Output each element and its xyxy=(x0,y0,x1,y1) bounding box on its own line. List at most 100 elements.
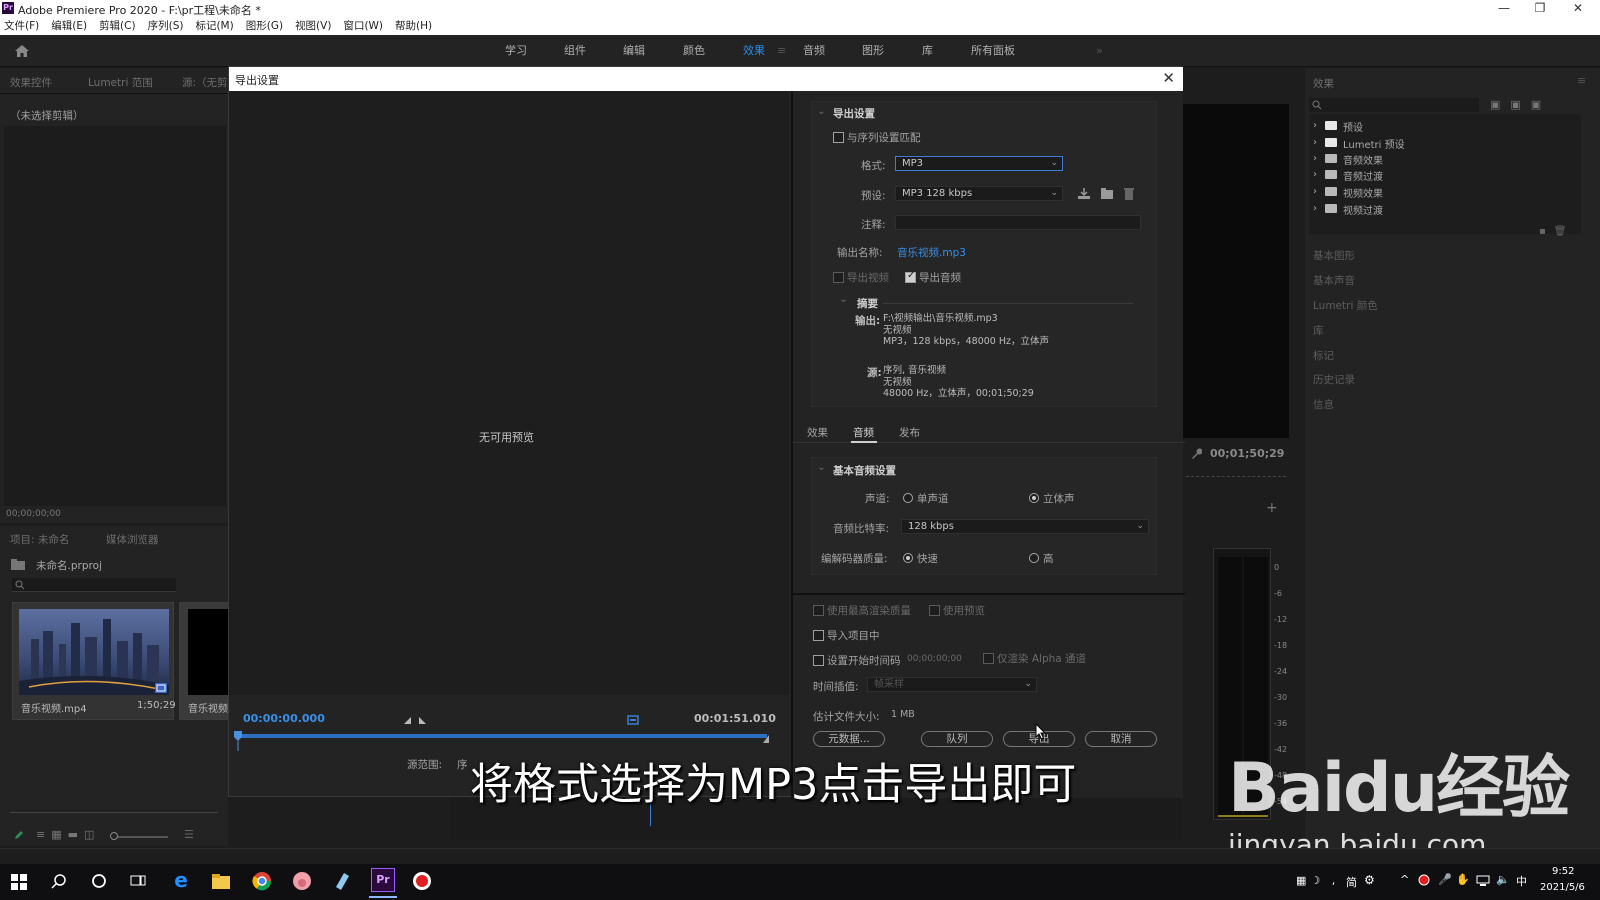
tree-arrow-icon[interactable]: › xyxy=(1313,169,1317,180)
taskbar-search-icon[interactable] xyxy=(51,873,67,889)
max-render-checkbox[interactable] xyxy=(813,605,824,616)
tab-effect-controls[interactable]: 效果控件 xyxy=(10,75,52,90)
workspace-tab-libraries[interactable]: 库 xyxy=(922,35,933,67)
windows-start-icon[interactable] xyxy=(11,874,27,890)
edge-browser-icon[interactable]: e xyxy=(171,870,191,890)
comment-input[interactable] xyxy=(895,215,1141,230)
source-range-select[interactable]: 序 xyxy=(457,757,468,772)
tray-chevron-up-icon[interactable]: ^ xyxy=(1400,873,1409,886)
project-item-sequence[interactable]: 音乐视频 xyxy=(179,602,229,720)
tray-input-language[interactable]: 中 xyxy=(1516,873,1527,889)
tree-arrow-icon[interactable]: › xyxy=(1313,120,1317,131)
set-start-timecode-checkbox[interactable] xyxy=(813,655,824,666)
tray-network-icon[interactable] xyxy=(1476,875,1490,886)
save-preset-icon[interactable] xyxy=(1077,187,1091,200)
use-preview-checkbox[interactable] xyxy=(929,605,940,616)
tree-item-audio-effects[interactable]: 音频效果 xyxy=(1343,152,1383,167)
panel-lumetri-color[interactable]: Lumetri 颜色 xyxy=(1313,298,1378,313)
tab-publish[interactable]: 发布 xyxy=(899,425,920,440)
collapse-chevron-icon[interactable]: ⌄ xyxy=(817,105,826,117)
tab-media-browser[interactable]: 媒体浏览器 xyxy=(106,532,159,547)
tree-item-audio-transitions[interactable]: 音频过渡 xyxy=(1343,168,1383,183)
render-alpha-checkbox[interactable] xyxy=(983,653,994,664)
tree-item-presets[interactable]: 预设 xyxy=(1343,119,1363,134)
quality-fast-radio[interactable] xyxy=(903,553,913,563)
workspace-tab-editing[interactable]: 编辑 xyxy=(623,35,645,67)
menu-file[interactable]: 文件(F) xyxy=(4,17,39,35)
panel-markers[interactable]: 标记 xyxy=(1313,348,1334,363)
start-timecode-value[interactable]: 00;00;00;00 xyxy=(907,654,962,664)
tree-arrow-icon[interactable]: › xyxy=(1313,153,1317,164)
panel-info[interactable]: 信息 xyxy=(1313,397,1334,412)
tab-effects[interactable]: 效果 xyxy=(807,425,828,440)
menu-help[interactable]: 帮助(H) xyxy=(395,17,432,35)
aspect-ratio-icon[interactable] xyxy=(627,714,639,726)
import-project-checkbox[interactable] xyxy=(813,630,824,641)
panel-menu-icon[interactable]: ≡ xyxy=(1577,74,1586,87)
panel-libraries[interactable]: 库 xyxy=(1313,323,1324,338)
menu-marker[interactable]: 标记(M) xyxy=(195,17,233,35)
restore-button[interactable]: ❐ xyxy=(1522,0,1558,17)
in-out-point-icons[interactable] xyxy=(403,715,427,725)
menu-window[interactable]: 窗口(W) xyxy=(343,17,383,35)
tray-settings-icon[interactable]: ⚙ xyxy=(1364,873,1375,887)
panel-essential-sound[interactable]: 基本声音 xyxy=(1313,273,1355,288)
screen-recorder-icon[interactable] xyxy=(412,871,432,891)
quality-high-radio[interactable] xyxy=(1029,553,1039,563)
pencil-icon[interactable] xyxy=(14,830,24,840)
workspace-tab-effects[interactable]: 效果 xyxy=(743,35,765,67)
cortana-icon[interactable] xyxy=(91,873,107,889)
sort-icon[interactable]: ☰ xyxy=(184,828,194,841)
tray-ime-tools-icons[interactable]: ▦☽ , xyxy=(1296,874,1339,887)
taskbar-clock-time[interactable]: 9:52 xyxy=(1552,866,1574,877)
tree-item-video-transitions[interactable]: 视频过渡 xyxy=(1343,202,1383,217)
cancel-button[interactable]: 取消 xyxy=(1085,731,1157,747)
tray-app-icon[interactable]: ✋ xyxy=(1456,873,1470,886)
project-search-input[interactable] xyxy=(12,578,176,592)
pig-app-icon[interactable] xyxy=(292,871,312,891)
file-explorer-icon[interactable] xyxy=(211,872,231,890)
tray-record-icon[interactable] xyxy=(1418,874,1430,886)
workspace-menu-icon[interactable]: ≡ xyxy=(777,35,786,67)
tree-arrow-icon[interactable]: › xyxy=(1313,203,1317,214)
import-preset-icon[interactable] xyxy=(1100,187,1114,200)
workspace-overflow-icon[interactable]: » xyxy=(1096,35,1103,67)
menu-sequence[interactable]: 序列(S) xyxy=(148,17,184,35)
panel-history[interactable]: 历史记录 xyxy=(1313,372,1355,387)
new-bin-delete-icons[interactable]: ▪🗑 xyxy=(1539,226,1574,237)
tab-source[interactable]: 源:（无剪 xyxy=(182,75,228,90)
queue-button[interactable]: 队列 xyxy=(921,731,993,747)
delete-preset-icon[interactable] xyxy=(1123,187,1135,200)
task-view-icon[interactable] xyxy=(130,873,146,889)
menu-view[interactable]: 视图(V) xyxy=(295,17,331,35)
bitrate-select[interactable]: 128 kbps ⌄ xyxy=(901,519,1149,534)
effect-filter-icons[interactable]: ▣▣▣ xyxy=(1490,98,1551,111)
tree-arrow-icon[interactable]: › xyxy=(1313,137,1317,148)
minimize-button[interactable]: — xyxy=(1486,0,1522,17)
mono-radio[interactable] xyxy=(903,493,913,503)
premiere-taskbar-icon[interactable]: Pr xyxy=(371,868,395,892)
match-sequence-checkbox[interactable] xyxy=(833,132,844,143)
tab-project[interactable]: 项目: 未命名 xyxy=(10,532,69,547)
metadata-button[interactable]: 元数据... xyxy=(813,731,885,747)
workspace-tab-learn[interactable]: 学习 xyxy=(505,35,527,67)
export-audio-checkbox[interactable] xyxy=(905,270,916,283)
workspace-tab-graphics[interactable]: 图形 xyxy=(862,35,884,67)
project-view-icons[interactable]: ≡▦▬◫ xyxy=(36,828,100,841)
time-interp-select[interactable]: 帧采样 ⌄ xyxy=(867,677,1037,692)
preset-select[interactable]: MP3 128 kbps ⌄ xyxy=(895,186,1063,201)
workspace-tab-color[interactable]: 颜色 xyxy=(683,35,705,67)
output-name-link[interactable]: 音乐视频.mp3 xyxy=(897,245,966,260)
menu-clip[interactable]: 剪辑(C) xyxy=(99,17,136,35)
chrome-browser-icon[interactable] xyxy=(252,871,272,891)
project-item-clip[interactable]: 音乐视频.mp4 1;50;29 xyxy=(12,602,176,720)
effects-search-input[interactable] xyxy=(1309,98,1479,112)
tray-ime-simplified[interactable]: 简 xyxy=(1346,874,1357,890)
dialog-close-button[interactable]: ✕ xyxy=(1162,69,1175,87)
close-window-button[interactable]: ✕ xyxy=(1560,0,1596,17)
tree-item-lumetri-presets[interactable]: Lumetri 预设 xyxy=(1343,136,1405,151)
workspace-tab-audio[interactable]: 音频 xyxy=(803,35,825,67)
tree-item-video-effects[interactable]: 视频效果 xyxy=(1343,185,1383,200)
format-select[interactable]: MP3 ⌄ xyxy=(895,156,1063,171)
wrench-icon[interactable] xyxy=(1190,448,1202,460)
